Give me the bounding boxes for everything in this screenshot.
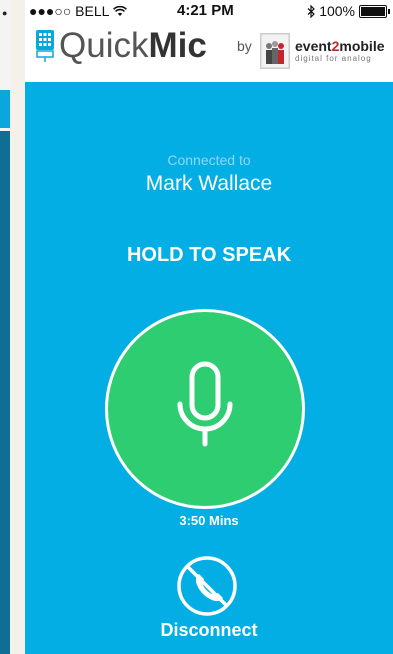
disconnect-button[interactable] [175, 554, 239, 618]
call-timer: 3:50 Mins [179, 513, 239, 528]
battery-icon [359, 4, 390, 18]
carrier-signal: ●●●○○ BELL [29, 3, 127, 19]
wifi-icon [112, 5, 127, 16]
brand-name: event2mobile [295, 38, 385, 54]
status-time: 4:21 PM [177, 2, 234, 19]
connected-to-label: Connected to [167, 152, 251, 168]
microphone-icon [177, 361, 233, 447]
quickmic-screen: ●●●○○ BELL 4:21 PM 100% QuickMic by even… [25, 0, 393, 654]
status-right: 100% [307, 3, 390, 19]
push-to-talk-button[interactable] [105, 309, 305, 509]
quickmic-logo: QuickMic [35, 27, 207, 65]
status-bar: ●●●○○ BELL 4:21 PM 100% [25, 0, 393, 22]
by-label: by [237, 38, 252, 54]
event2mobile-logo-icon [260, 33, 290, 69]
hold-to-speak-label: HOLD TO SPEAK [126, 244, 292, 266]
quickmic-wordmark: QuickMic [59, 26, 207, 65]
battery-percent: 100% [319, 3, 355, 19]
bluetooth-icon [307, 4, 316, 18]
event2mobile-logo: event2mobile digital for analog [260, 33, 385, 69]
brand-tagline: digital for analog [295, 54, 372, 63]
contact-name: Mark Wallace [145, 172, 273, 195]
app-header: ●●●○○ BELL 4:21 PM 100% QuickMic by even… [25, 0, 393, 82]
disconnect-label[interactable]: Disconnect [25, 620, 393, 641]
carrier-label: ●●●○○ BELL [29, 3, 109, 19]
previous-screen-edge: ● [0, 0, 10, 654]
quickmic-logo-icon [36, 30, 54, 62]
